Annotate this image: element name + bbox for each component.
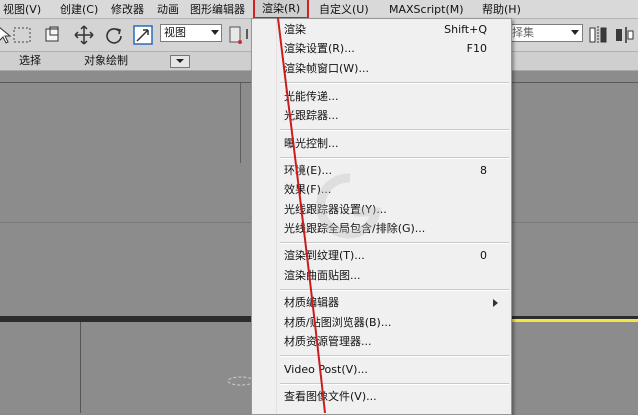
menu-item-render-surface-map[interactable]: 渲染曲面贴图... — [284, 267, 361, 285]
tab-object-paint[interactable]: 对象绘制 — [84, 54, 128, 68]
menu-item-render-to-texture[interactable]: 渲染到纹理(T)... — [284, 247, 365, 265]
menu-item-view-image-file[interactable]: 查看图像文件(V)... — [284, 388, 377, 406]
menu-separator — [280, 129, 509, 131]
menu-modifiers[interactable]: 修改器 — [111, 2, 144, 17]
menu-separator — [280, 82, 509, 84]
viewport-divider — [80, 322, 81, 413]
shortcut-render-to-texture: 0 — [480, 249, 487, 262]
menu-separator — [280, 355, 509, 357]
menu-separator — [280, 242, 509, 244]
chevron-down-icon — [571, 30, 579, 35]
active-viewport-border — [510, 319, 638, 322]
menu-separator — [280, 383, 509, 385]
named-selection-value: 择集 — [512, 26, 534, 39]
scale-icon[interactable] — [133, 25, 153, 45]
render-dropdown-menu: 渲染 Shift+Q 渲染设置(R)... F10 渲染帧窗口(W)... 光能… — [251, 18, 512, 415]
menu-render[interactable]: 渲染(R) — [253, 0, 310, 19]
chevron-down-icon — [176, 59, 184, 63]
menu-view[interactable]: 视图(V) — [3, 2, 41, 17]
menu-item-material-editor[interactable]: 材质编辑器 — [284, 294, 339, 312]
menu-item-radiosity[interactable]: 光能传递... — [284, 88, 339, 106]
rectangle-select-icon[interactable] — [12, 25, 32, 45]
menu-animation[interactable]: 动画 — [157, 2, 179, 17]
shortcut-environment: 8 — [480, 164, 487, 177]
menu-separator — [280, 289, 509, 291]
shortcut-render-setup: F10 — [466, 42, 487, 55]
menu-item-material-explorer[interactable]: 材质资源管理器... — [284, 333, 372, 351]
named-selection-set[interactable]: 择集 — [507, 24, 583, 42]
reference-coordinate-value: 视图 — [164, 26, 186, 39]
menu-item-material-map-browser[interactable]: 材质/贴图浏览器(B)... — [284, 314, 391, 332]
menu-item-exposure-control[interactable]: 曝光控制... — [284, 135, 339, 153]
viewport-divider — [240, 83, 241, 163]
menu-item-raytrace-global-include[interactable]: 光线跟踪全局包含/排除(G)... — [284, 220, 425, 238]
shortcut-render: Shift+Q — [444, 23, 487, 36]
menu-item-rendered-frame-window[interactable]: 渲染帧窗口(W)... — [284, 60, 369, 78]
menu-item-light-tracer[interactable]: 光跟踪器... — [284, 107, 339, 125]
menu-item-render-setup[interactable]: 渲染设置(R)... — [284, 40, 355, 58]
align-icon[interactable] — [614, 25, 634, 45]
menubar: 视图(V) 创建(C) 修改器 动画 图形编辑器 渲染(R) 自定义(U) MA… — [0, 0, 638, 19]
menu-item-raytracer-settings[interactable]: 光线跟踪器设置(Y)... — [284, 201, 387, 219]
move-icon[interactable] — [74, 25, 94, 45]
menu-create[interactable]: 创建(C) — [60, 2, 98, 17]
viewport-separator — [0, 316, 251, 322]
tab-selection[interactable]: 选择 — [19, 54, 41, 68]
menu-separator — [280, 157, 509, 159]
reference-coordinate-select[interactable]: 视图 — [160, 24, 222, 42]
rotate-icon[interactable] — [104, 25, 124, 45]
menu-item-environment[interactable]: 环境(E)... — [284, 162, 332, 180]
menu-maxscript[interactable]: MAXScript(M) — [389, 2, 464, 17]
mirror-icon[interactable] — [588, 25, 608, 45]
menu-item-video-post[interactable]: Video Post(V)... — [284, 361, 368, 379]
menu-customize[interactable]: 自定义(U) — [319, 2, 369, 17]
window-crossing-icon[interactable] — [42, 25, 62, 45]
menu-help[interactable]: 帮助(H) — [482, 2, 521, 17]
ribbon-options-button[interactable] — [170, 55, 190, 68]
chevron-down-icon — [211, 30, 219, 35]
submenu-arrow-icon — [493, 299, 498, 307]
menu-item-render[interactable]: 渲染 — [284, 21, 306, 39]
menu-graph-editors[interactable]: 图形编辑器 — [190, 2, 245, 17]
menu-item-effects[interactable]: 效果(F)... — [284, 181, 331, 199]
